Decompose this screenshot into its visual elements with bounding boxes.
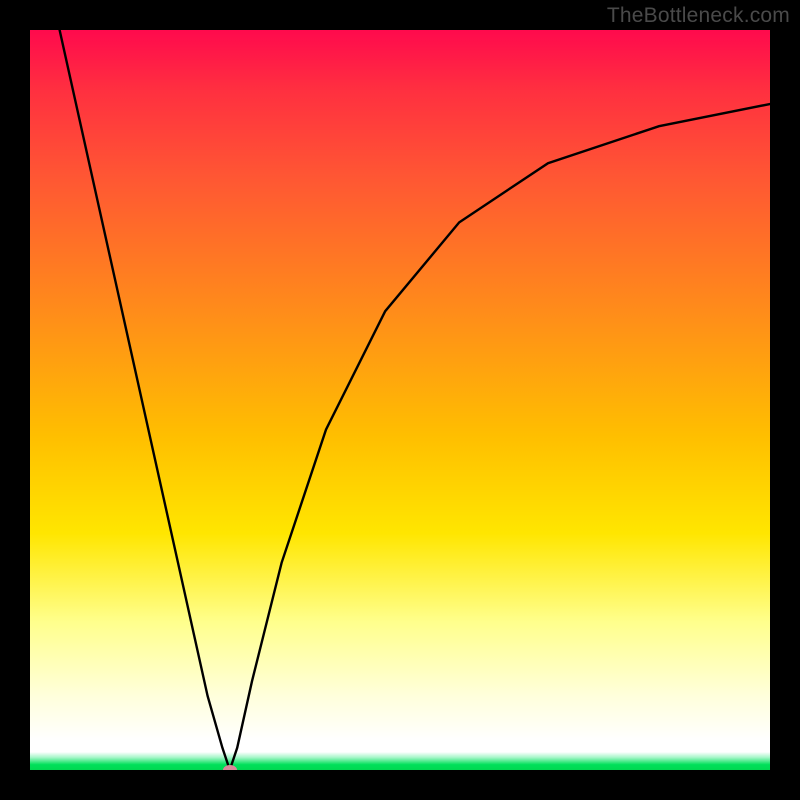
bottleneck-curve — [30, 30, 770, 770]
chart-frame: TheBottleneck.com — [0, 0, 800, 800]
optimum-marker — [223, 765, 237, 770]
plot-area — [30, 30, 770, 770]
curve-path — [60, 30, 770, 770]
watermark-text: TheBottleneck.com — [607, 4, 790, 28]
